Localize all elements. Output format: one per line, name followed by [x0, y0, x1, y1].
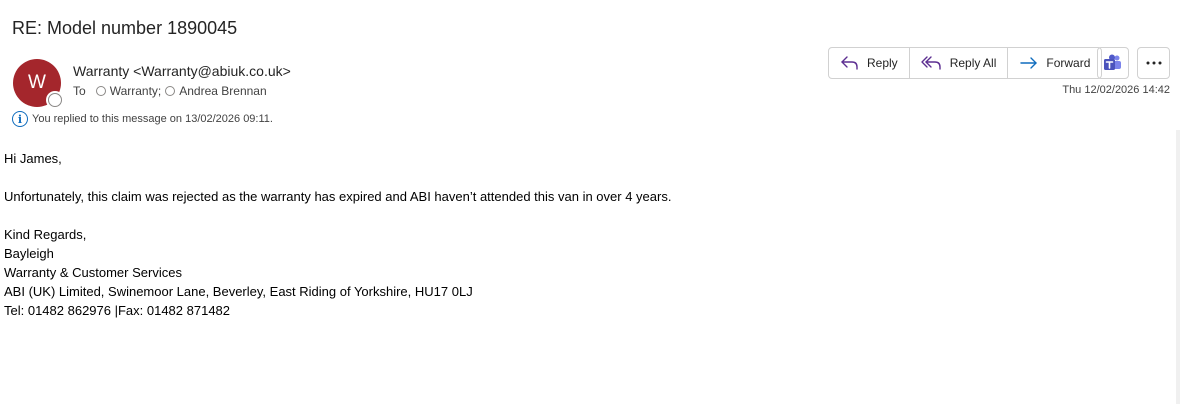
avatar-initial: W — [28, 72, 46, 93]
sign-off-text: Kind Regards, — [4, 227, 87, 242]
message-body: Hi James, Unfortunately, this claim was … — [4, 149, 671, 320]
more-actions-button[interactable] — [1137, 47, 1170, 79]
replied-info-text: You replied to this message on 13/02/202… — [32, 113, 273, 125]
message-text: Unfortunately, this claim was rejected a… — [4, 189, 672, 204]
teams-chat-button[interactable] — [1097, 47, 1129, 79]
scrollbar-track[interactable] — [1176, 130, 1180, 404]
recipient-presence-icon — [165, 86, 176, 96]
teams-icon — [1104, 54, 1121, 70]
recipients-line: To Warranty; Andrea Brennan — [73, 84, 271, 98]
signature-phone: Tel: 01482 862976 |Fax: 01482 871482 — [4, 303, 231, 318]
recipient-warranty[interactable]: Warranty; — [110, 84, 162, 98]
info-icon: i — [12, 111, 28, 127]
recipient-presence-icon — [95, 86, 106, 96]
reply-icon — [841, 56, 858, 70]
forward-icon — [1020, 57, 1038, 69]
reply-all-label: Reply All — [949, 56, 997, 70]
more-icon — [1146, 61, 1161, 65]
signature-name: Bayleigh — [4, 246, 54, 261]
signature-department: Warranty & Customer Services — [4, 265, 182, 280]
forward-button[interactable]: Forward — [1008, 48, 1101, 78]
replied-info-bar: i You replied to this message on 13/02/2… — [12, 111, 273, 127]
signature-address: ABI (UK) Limited, Swinemoor Lane, Beverl… — [4, 284, 473, 299]
email-subject: RE: Model number 1890045 — [12, 18, 238, 38]
reply-all-icon — [920, 56, 941, 70]
reply-button[interactable]: Reply — [829, 48, 910, 78]
sent-date: Thu 12/02/2026 14:42 — [1062, 84, 1170, 96]
to-label: To — [73, 84, 86, 98]
message-actions-group: Reply Reply All Forward — [828, 47, 1103, 79]
reply-label: Reply — [867, 56, 898, 70]
forward-label: Forward — [1046, 56, 1091, 70]
sender-name[interactable]: Warranty <Warranty@abiuk.co.uk> — [73, 63, 291, 79]
recipient-andrea-brennan[interactable]: Andrea Brennan — [179, 84, 266, 98]
greeting-text: Hi James, — [4, 151, 62, 166]
presence-status-icon — [48, 93, 62, 107]
reply-all-button[interactable]: Reply All — [910, 48, 1009, 78]
